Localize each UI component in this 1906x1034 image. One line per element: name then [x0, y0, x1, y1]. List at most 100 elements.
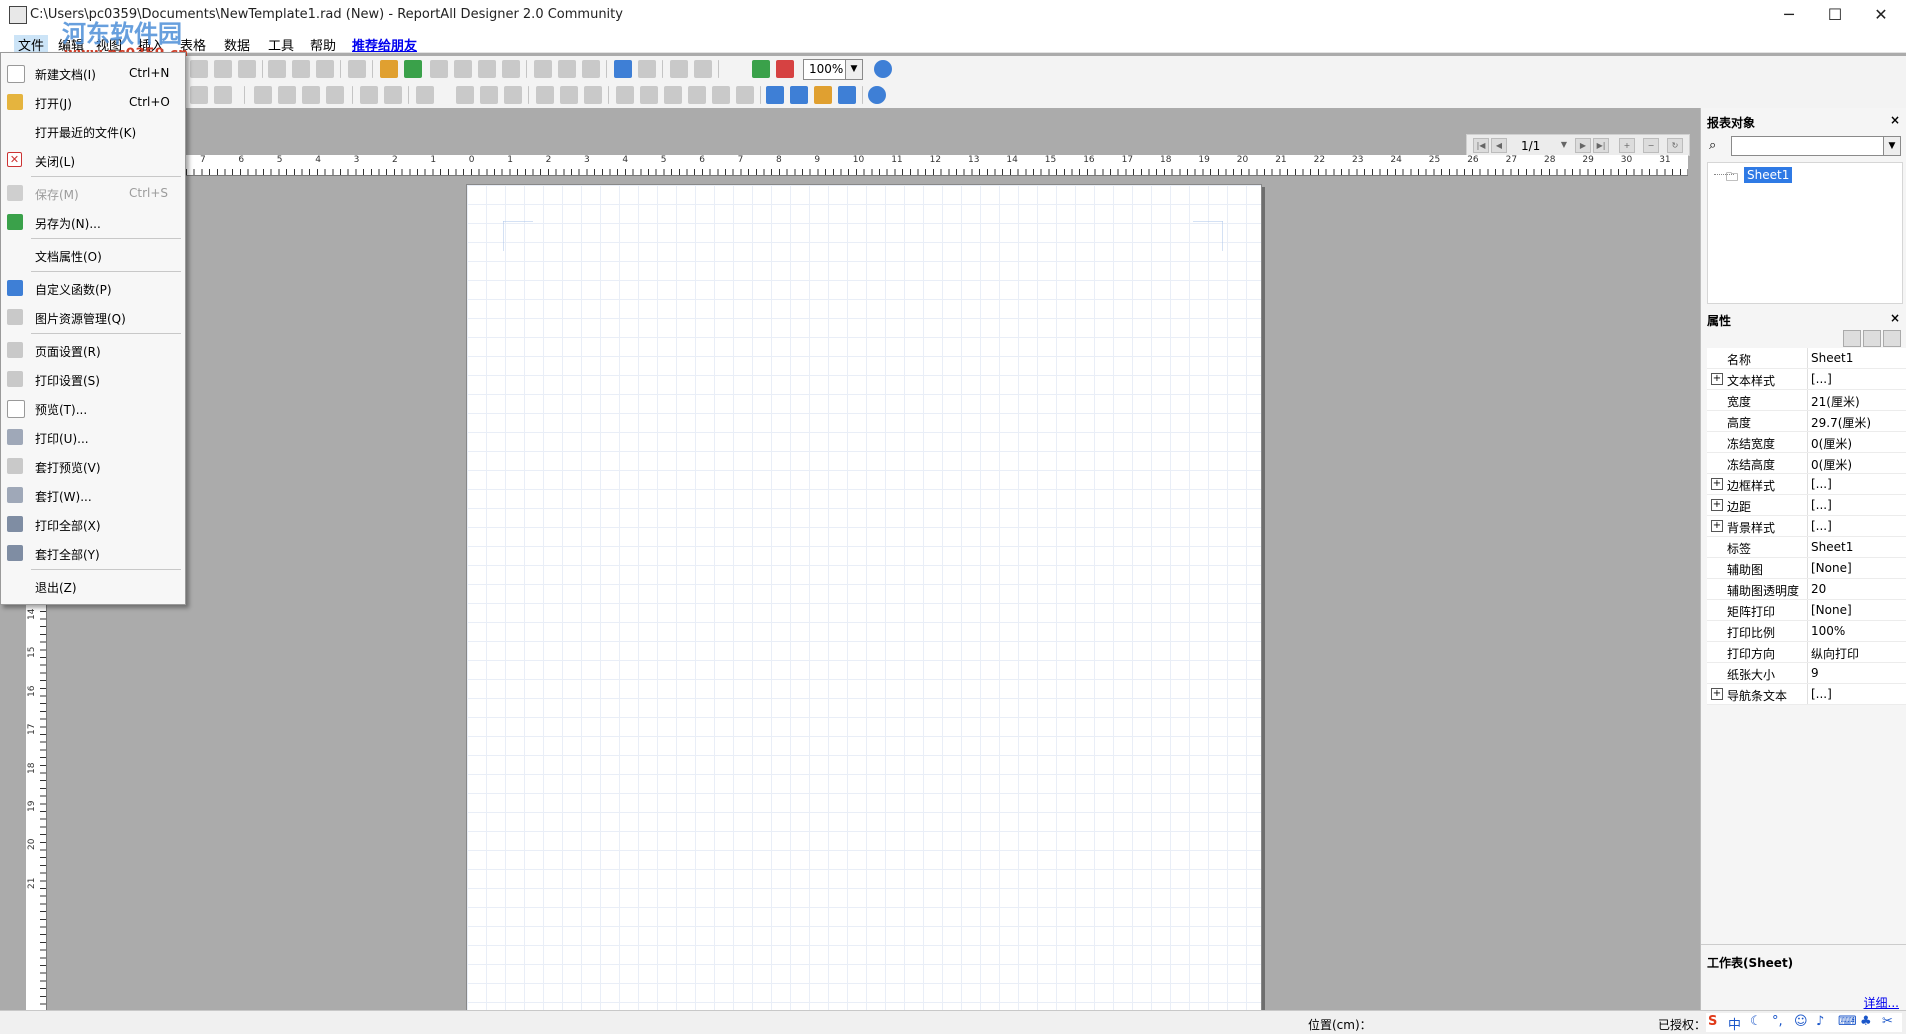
recommend-link[interactable]: 推荐给朋友 [352, 35, 417, 54]
ime-voice-icon[interactable]: ♪ [1816, 1014, 1824, 1029]
property-row[interactable]: + 边距 [...] [1707, 495, 1906, 516]
menu-overlay-preview[interactable]: 套打预览(V) [1, 454, 185, 478]
spacing-icon[interactable] [712, 86, 730, 104]
property-row[interactable]: 矩阵打印 [None] [1707, 600, 1906, 621]
property-row[interactable]: + 背景样式 [...] [1707, 516, 1906, 537]
zoom-out-icon[interactable]: − [1643, 138, 1659, 153]
maximize-button[interactable]: ☐ [1812, 0, 1858, 30]
grid-icon[interactable] [416, 86, 434, 104]
property-row[interactable]: 冻结高度 0(厘米) [1707, 453, 1906, 474]
print-setup-icon[interactable] [292, 60, 310, 78]
ime-punct-icon[interactable]: °, [1772, 1014, 1783, 1029]
layout-icon[interactable] [766, 86, 784, 104]
tree-node-sheet1[interactable]: Sheet1 [1744, 167, 1793, 183]
formula-icon[interactable] [670, 60, 688, 78]
spacing-icon[interactable] [664, 86, 682, 104]
align-icon[interactable] [214, 86, 232, 104]
menu-print[interactable]: 打印(U)... [1, 425, 185, 449]
report-page[interactable] [466, 184, 1262, 1012]
property-row[interactable]: 宽度 21(厘米) [1707, 390, 1906, 411]
property-row[interactable]: 纸张大小 9 [1707, 663, 1906, 684]
copy-icon[interactable] [430, 60, 448, 78]
menu-overlay-print-all[interactable]: 套打全部(Y) [1, 541, 185, 565]
ime-chinese-icon[interactable]: 中 [1728, 1014, 1741, 1033]
menu-close[interactable]: ✕ 关闭(L) [1, 148, 185, 172]
merge-icon[interactable] [560, 86, 578, 104]
property-row[interactable]: + 导航条文本 [...] [1707, 684, 1906, 705]
unmerge-icon[interactable] [584, 86, 602, 104]
property-row[interactable]: 打印比例 100% [1707, 621, 1906, 642]
property-row[interactable]: 冻结宽度 0(厘米) [1707, 432, 1906, 453]
next-page-icon[interactable]: ▶ [1575, 138, 1591, 153]
property-row[interactable]: + 边框样式 [...] [1707, 474, 1906, 495]
property-row[interactable]: 标签 Sheet1 [1707, 537, 1906, 558]
expand-icon[interactable]: + [1711, 478, 1723, 490]
chevron-down-icon[interactable]: ▼ [1557, 138, 1571, 151]
zoom-in-icon[interactable]: + [1619, 138, 1635, 153]
property-row[interactable]: + 文本样式 [...] [1707, 369, 1906, 390]
align-top-icon[interactable] [302, 86, 320, 104]
undo-icon[interactable] [534, 60, 552, 78]
fill-icon[interactable] [384, 86, 402, 104]
spacing-icon[interactable] [736, 86, 754, 104]
menu-custom-functions[interactable]: 自定义函数(P) [1, 276, 185, 300]
ime-moon-icon[interactable]: ☾ [1750, 1014, 1762, 1029]
redo-icon[interactable] [558, 60, 576, 78]
settings-icon[interactable] [582, 60, 600, 78]
ime-emoji-icon[interactable]: ☺ [1794, 1014, 1808, 1029]
stop-icon[interactable] [348, 60, 366, 78]
binoculars-icon[interactable]: ⌕ [1709, 138, 1716, 153]
property-row[interactable]: 辅助图透明度 20 [1707, 579, 1906, 600]
prev-page-icon[interactable]: ◀ [1491, 138, 1507, 153]
menu-preview[interactable]: 预览(T)... [1, 396, 185, 420]
page-setup-icon[interactable] [268, 60, 286, 78]
distribute-icon[interactable] [616, 86, 634, 104]
print-preview-icon[interactable] [214, 60, 232, 78]
property-row[interactable]: 打印方向 纵向打印 [1707, 642, 1906, 663]
expand-icon[interactable]: + [1711, 499, 1723, 511]
sort-alpha-icon[interactable] [1843, 330, 1861, 347]
property-row[interactable]: 名称 Sheet1 [1707, 348, 1906, 369]
first-page-icon[interactable]: |◀ [1473, 138, 1489, 153]
menu-print-setup[interactable]: 打印设置(S) [1, 367, 185, 391]
ime-logo-icon[interactable]: S [1708, 1014, 1717, 1029]
export-icon[interactable] [316, 60, 334, 78]
menu-page-setup[interactable]: 页面设置(R) [1, 338, 185, 362]
minimize-button[interactable]: ─ [1766, 0, 1812, 30]
table-icon[interactable] [790, 86, 808, 104]
chevron-down-icon[interactable]: ▼ [845, 60, 862, 79]
close-icon[interactable]: × [1889, 312, 1901, 324]
overlay-icon[interactable] [238, 60, 256, 78]
picture-icon[interactable] [838, 86, 856, 104]
add-icon[interactable] [404, 60, 422, 78]
app-icon[interactable] [9, 6, 27, 24]
close-icon[interactable]: × [1889, 114, 1901, 126]
paste-icon[interactable] [454, 60, 472, 78]
object-search-select[interactable]: ▼ [1731, 136, 1901, 156]
help-icon[interactable] [874, 60, 892, 78]
align-left-icon[interactable] [254, 86, 272, 104]
chart-icon[interactable] [814, 86, 832, 104]
menu-open-recent[interactable]: 打开最近的文件(K) [1, 119, 185, 143]
ime-tools-icon[interactable]: ✂ [1882, 1014, 1893, 1029]
property-row[interactable]: 高度 29.7(厘米) [1707, 411, 1906, 432]
menu-image-resources[interactable]: 图片资源管理(Q) [1, 305, 185, 329]
align-bottom-icon[interactable] [326, 86, 344, 104]
menu-new-document[interactable]: 新建文档(I) Ctrl+N [1, 61, 185, 85]
delete-icon[interactable] [502, 60, 520, 78]
menu-open[interactable]: 打开(J) Ctrl+O [1, 90, 185, 114]
cut-icon[interactable] [478, 60, 496, 78]
categorize-icon[interactable] [1863, 330, 1881, 347]
menu-print-all[interactable]: 打印全部(X) [1, 512, 185, 536]
line-dash-icon[interactable] [504, 86, 522, 104]
spacing-icon[interactable] [688, 86, 706, 104]
close-window-button[interactable]: ✕ [1858, 0, 1904, 30]
menu-help[interactable]: 帮助 [310, 35, 336, 54]
menu-exit[interactable]: 退出(Z) [1, 574, 185, 598]
property-pages-icon[interactable] [1883, 330, 1901, 347]
pen-icon[interactable] [456, 86, 474, 104]
last-page-icon[interactable]: ▶| [1593, 138, 1609, 153]
expand-icon[interactable]: + [1711, 520, 1723, 532]
chevron-down-icon[interactable]: ▼ [1883, 137, 1900, 155]
zoom-select[interactable]: 100% ▼ [803, 59, 863, 80]
